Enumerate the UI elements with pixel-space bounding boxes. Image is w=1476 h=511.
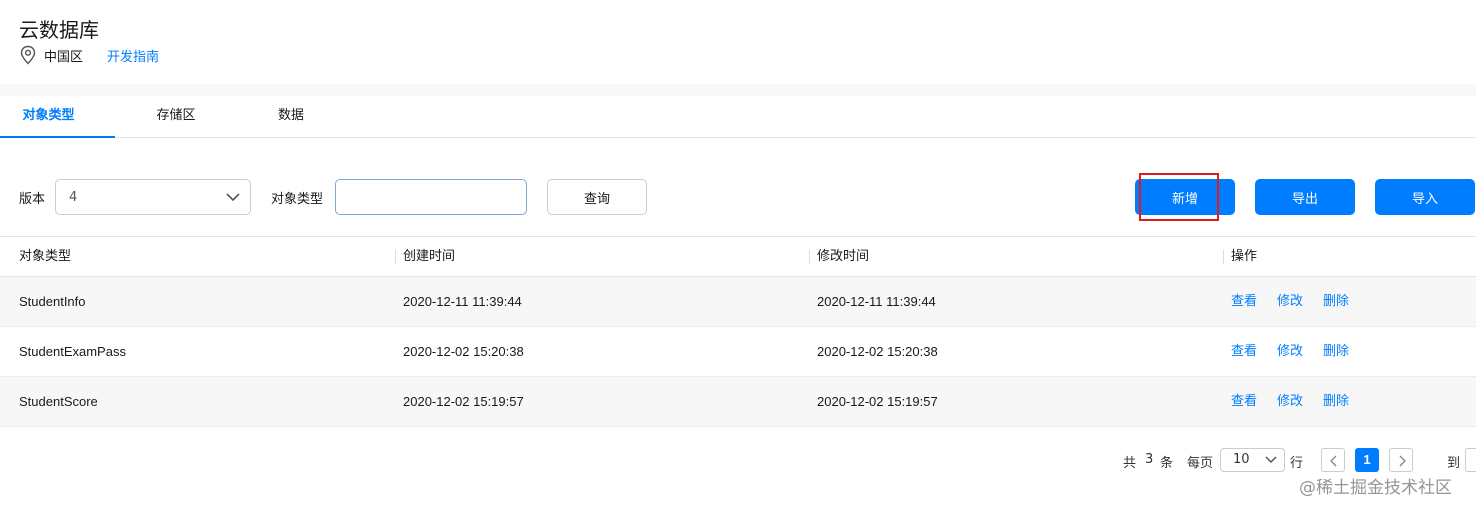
chevron-right-icon [1399, 455, 1406, 467]
table-row: StudentExamPass 2020-12-02 15:20:38 2020… [0, 327, 1476, 377]
view-link[interactable]: 查看 [1231, 377, 1257, 427]
per-page-value: 10 [1233, 452, 1250, 467]
header-divider-band [0, 84, 1476, 96]
prev-page-button[interactable] [1321, 448, 1345, 472]
column-header-created: 创建时间 [403, 249, 456, 264]
column-header-object-type: 对象类型 [19, 249, 72, 264]
column-header-modified: 修改时间 [817, 249, 870, 264]
column-header-actions: 操作 [1231, 249, 1258, 264]
total-prefix: 共 [1123, 456, 1137, 471]
column-separator [809, 250, 810, 264]
cell-object-type: StudentScore [19, 394, 98, 409]
tab-object-types[interactable]: 对象类型 [0, 96, 115, 138]
tab-data[interactable]: 数据 [237, 96, 345, 138]
cell-modified: 2020-12-02 15:19:57 [817, 394, 938, 409]
chevron-down-icon [226, 193, 240, 202]
page-header: 云数据库 中国区 开发指南 [0, 0, 1476, 84]
total-suffix: 条 [1160, 456, 1174, 471]
watermark: @稀土掘金技术社区 [1299, 478, 1452, 498]
object-types-table: 对象类型 创建时间 修改时间 操作 StudentInfo 2020-12-11… [0, 236, 1476, 427]
delete-link[interactable]: 删除 [1323, 277, 1349, 327]
page-number-current[interactable]: 1 [1355, 448, 1379, 472]
tab-storage-zone[interactable]: 存储区 [115, 96, 237, 138]
tab-bar: 对象类型 存储区 数据 [0, 96, 1476, 138]
table-row: StudentInfo 2020-12-11 11:39:44 2020-12-… [0, 277, 1476, 327]
column-separator [395, 250, 396, 264]
chevron-left-icon [1330, 455, 1337, 467]
add-button[interactable]: 新增 [1135, 179, 1235, 215]
object-type-label: 对象类型 [271, 192, 324, 207]
cell-object-type: StudentInfo [19, 294, 86, 309]
delete-link[interactable]: 删除 [1323, 327, 1349, 377]
view-link[interactable]: 查看 [1231, 327, 1257, 377]
table-header: 对象类型 创建时间 修改时间 操作 [0, 236, 1476, 277]
edit-link[interactable]: 修改 [1277, 277, 1303, 327]
edit-link[interactable]: 修改 [1277, 327, 1303, 377]
region-label: 中国区 [44, 49, 84, 65]
table-row: StudentScore 2020-12-02 15:19:57 2020-12… [0, 377, 1476, 427]
object-type-input[interactable] [335, 179, 527, 215]
total-count: 3 [1145, 452, 1154, 467]
per-page-label: 每页 [1187, 456, 1214, 471]
edit-link[interactable]: 修改 [1277, 377, 1303, 427]
import-button[interactable]: 导入 [1375, 179, 1475, 215]
query-button[interactable]: 查询 [547, 179, 647, 215]
cell-modified: 2020-12-02 15:20:38 [817, 344, 938, 359]
view-link[interactable]: 查看 [1231, 277, 1257, 327]
next-page-button[interactable] [1389, 448, 1413, 472]
per-page-select[interactable]: 10 [1220, 448, 1285, 472]
cell-created: 2020-12-02 15:19:57 [403, 394, 524, 409]
cell-modified: 2020-12-11 11:39:44 [817, 294, 936, 309]
cell-object-type: StudentExamPass [19, 344, 126, 359]
version-select-value: 4 [69, 189, 78, 205]
region-row: 中国区 开发指南 [19, 44, 159, 66]
export-button[interactable]: 导出 [1255, 179, 1355, 215]
column-separator [1223, 250, 1224, 264]
page-title: 云数据库 [19, 18, 99, 42]
chevron-down-icon [1265, 456, 1277, 464]
location-pin-icon [19, 45, 37, 65]
version-label: 版本 [19, 192, 46, 207]
pagination: 共 3 条 每页 10 行 1 到 [0, 447, 1476, 475]
cell-created: 2020-12-11 11:39:44 [403, 294, 522, 309]
goto-label: 到 [1447, 456, 1461, 471]
goto-page-input[interactable] [1465, 448, 1476, 472]
cell-created: 2020-12-02 15:20:38 [403, 344, 524, 359]
per-page-suffix: 行 [1290, 456, 1304, 471]
delete-link[interactable]: 删除 [1323, 377, 1349, 427]
dev-guide-link[interactable]: 开发指南 [107, 46, 159, 65]
version-select[interactable]: 4 [55, 179, 251, 215]
